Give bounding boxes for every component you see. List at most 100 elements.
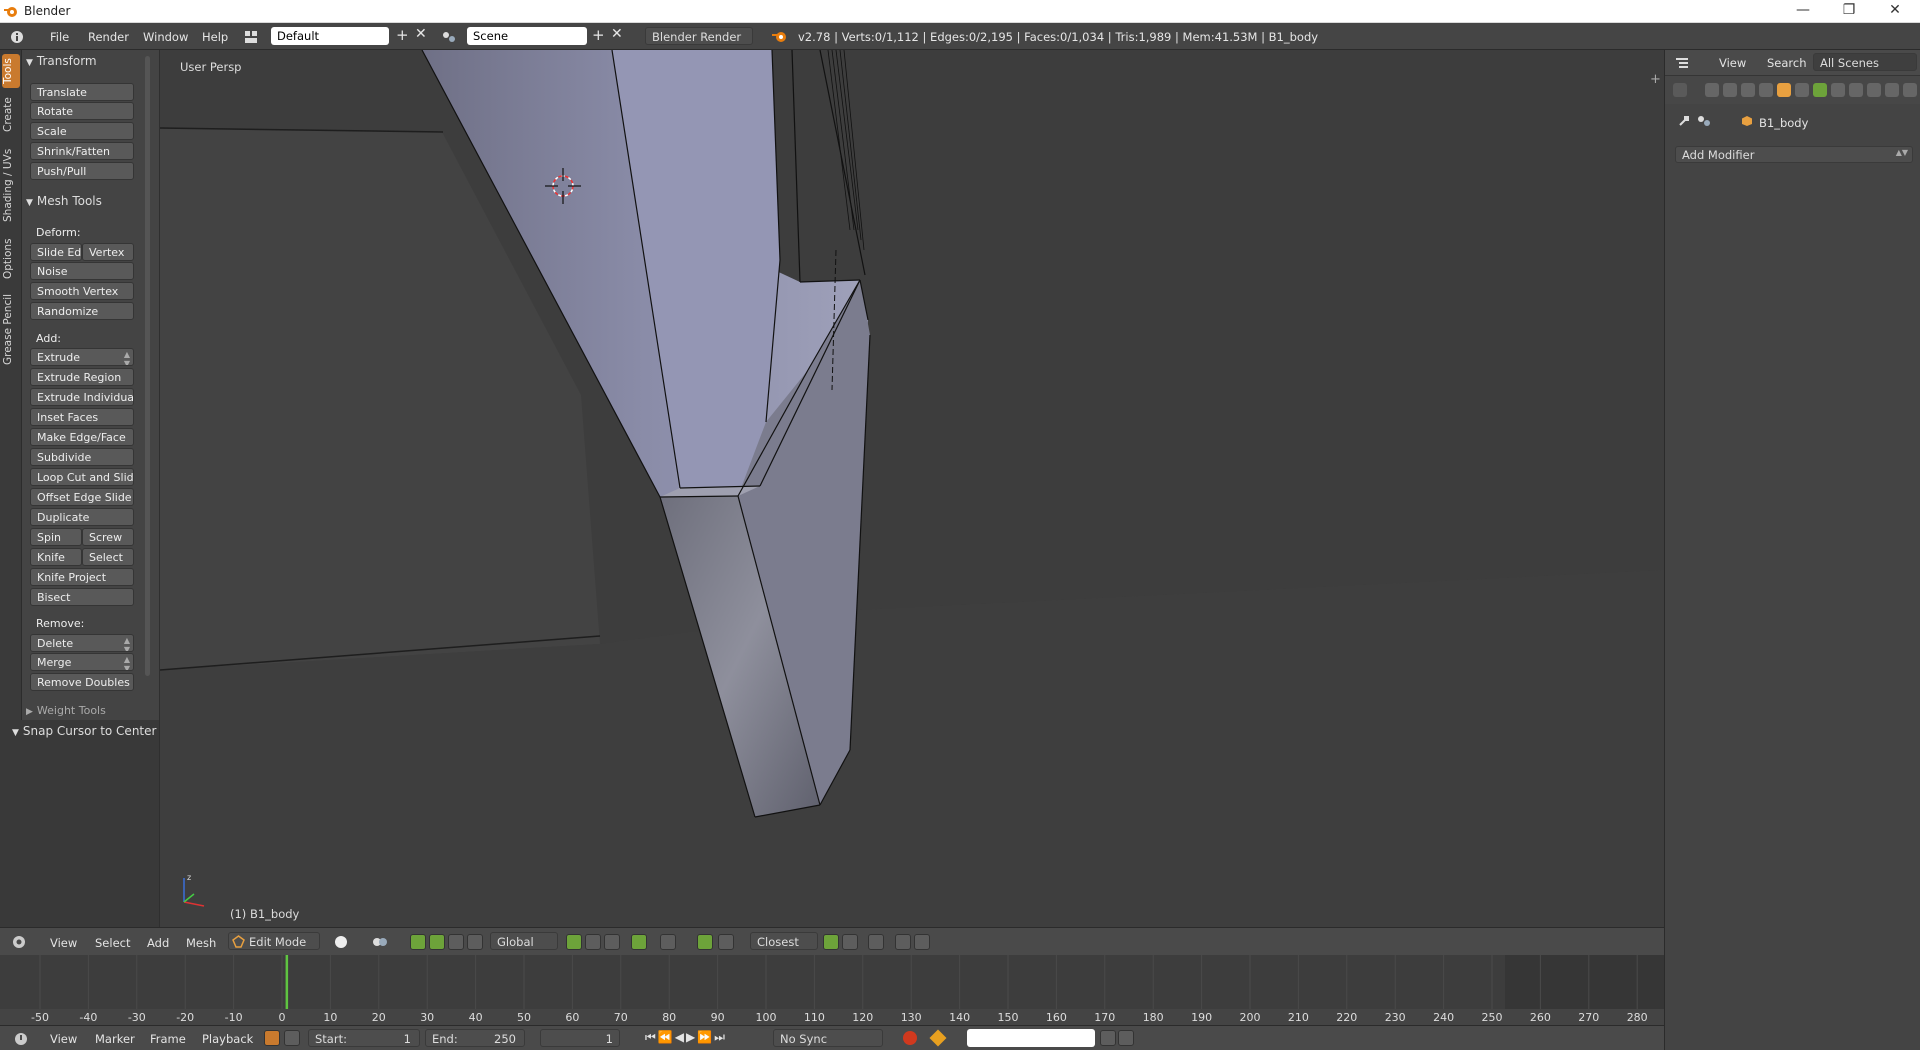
editor-type-icon[interactable]: [12, 935, 28, 949]
pin-icon[interactable]: [868, 934, 884, 950]
extrude-dropdown[interactable]: Extrude ▲ ▼: [30, 348, 134, 366]
constraints-tab-icon[interactable]: [1795, 83, 1809, 97]
scene-tab-icon[interactable]: [1741, 83, 1755, 97]
insert-keyframe-icon[interactable]: [1100, 1030, 1116, 1046]
render-layers-tab-icon[interactable]: [1723, 83, 1737, 97]
render-engine-dropdown[interactable]: Blender Render: [645, 27, 753, 45]
manipulator-toggle-icon[interactable]: [410, 934, 426, 950]
snap-project-icon[interactable]: [823, 934, 839, 950]
object-tab-icon[interactable]: [1777, 83, 1791, 97]
3d-viewport[interactable]: z + User Persp (1) B1_body: [159, 50, 1664, 927]
knife-project-button[interactable]: Knife Project: [30, 568, 134, 586]
slide-vertex-button[interactable]: Vertex: [82, 243, 134, 261]
timeline-ruler[interactable]: -50 -40 -30 -20 -10 0 10 20 30 40 50 60 70 80 90 100 110…: [0, 955, 1664, 1025]
modifiers-tab-icon[interactable]: [1813, 83, 1827, 97]
start-frame-field[interactable]: Start: 1: [308, 1029, 420, 1047]
transform-panel-header[interactable]: ▼ Transform: [26, 54, 97, 68]
extrude-individual-button[interactable]: Extrude Individual: [30, 388, 134, 406]
rotate-manipulator-icon[interactable]: [448, 934, 464, 950]
timeline-menu-view[interactable]: View: [50, 1032, 77, 1046]
tab-shading-uvs[interactable]: Shading / UVs: [2, 142, 20, 228]
add-scene-icon[interactable]: +: [592, 26, 605, 44]
menu-view[interactable]: View: [50, 936, 77, 950]
delete-scene-icon[interactable]: ✕: [611, 26, 623, 42]
snap-toggle-icon[interactable]: [697, 934, 713, 950]
opengl-render-icon[interactable]: [895, 934, 911, 950]
tab-create[interactable]: Create: [2, 94, 20, 136]
world-tab-icon[interactable]: [1759, 83, 1773, 97]
tool-shelf-scrollbar[interactable]: [145, 56, 150, 676]
timeline-menu-frame[interactable]: Frame: [150, 1032, 186, 1046]
keying-icon[interactable]: [264, 1030, 280, 1046]
scale-button[interactable]: Scale: [30, 122, 134, 140]
end-frame-field[interactable]: End: 250: [425, 1029, 525, 1047]
make-edge-face-button[interactable]: Make Edge/Face: [30, 428, 134, 446]
lock-icon[interactable]: [284, 1030, 300, 1046]
screen-layout-field[interactable]: Default: [271, 27, 389, 45]
menu-window[interactable]: Window: [143, 30, 188, 44]
timeline-menu-playback[interactable]: Playback: [202, 1032, 253, 1046]
snap-element-icon[interactable]: [718, 934, 734, 950]
restore-icon[interactable]: ❐: [1834, 2, 1864, 18]
particles-tab-icon[interactable]: [1885, 83, 1899, 97]
snap-target-dropdown[interactable]: Closest: [750, 932, 818, 950]
tab-grease-pencil[interactable]: Grease Pencil: [2, 290, 20, 368]
transform-orientation-dropdown[interactable]: Global: [490, 932, 558, 950]
scene-icon[interactable]: [442, 30, 456, 44]
editor-type-icon[interactable]: [14, 1032, 28, 1046]
subdivide-button[interactable]: Subdivide: [30, 448, 134, 466]
delete-screen-icon[interactable]: ✕: [415, 26, 427, 42]
menu-render[interactable]: Render: [88, 30, 129, 44]
weight-tools-panel-header[interactable]: ▶ Weight Tools: [26, 704, 106, 716]
menu-help[interactable]: Help: [202, 30, 228, 44]
physics-tab-icon[interactable]: [1903, 83, 1917, 97]
bisect-button[interactable]: Bisect: [30, 588, 134, 606]
close-icon[interactable]: ✕: [1880, 2, 1910, 18]
pivot-point-icon[interactable]: [372, 935, 388, 949]
delete-dropdown[interactable]: Delete ▲ ▼: [30, 634, 134, 652]
rotate-button[interactable]: Rotate: [30, 102, 134, 120]
smooth-vertex-button[interactable]: Smooth Vertex: [30, 282, 134, 300]
add-modifier-dropdown[interactable]: Add Modifier ▲▼: [1675, 146, 1913, 163]
data-tab-icon[interactable]: [1831, 83, 1845, 97]
add-screen-icon[interactable]: +: [396, 26, 409, 44]
offset-edge-slide-button[interactable]: Offset Edge Slide: [30, 488, 134, 506]
render-tab-icon[interactable]: [1705, 83, 1719, 97]
inset-faces-button[interactable]: Inset Faces: [30, 408, 134, 426]
mesh-canvas[interactable]: z +: [160, 50, 1664, 927]
scale-manipulator-icon[interactable]: [467, 934, 483, 950]
push-pull-button[interactable]: Push/Pull: [30, 162, 134, 180]
menu-select[interactable]: Select: [95, 936, 130, 950]
loop-cut-button[interactable]: Loop Cut and Slide: [30, 468, 134, 486]
extrude-region-button[interactable]: Extrude Region: [30, 368, 134, 386]
scope-dropdown[interactable]: All Scenes: [1813, 53, 1917, 71]
merge-dropdown[interactable]: Merge ▲ ▼: [30, 653, 134, 671]
menu-mesh[interactable]: Mesh: [186, 936, 216, 950]
edge-select-icon[interactable]: [585, 934, 601, 950]
knife-button[interactable]: Knife: [30, 548, 82, 566]
limit-selection-icon[interactable]: [631, 934, 647, 950]
remove-doubles-button[interactable]: Remove Doubles: [30, 673, 134, 691]
menu-file[interactable]: File: [50, 30, 69, 44]
slide-edge-button[interactable]: Slide Ed: [30, 243, 82, 261]
randomize-button[interactable]: Randomize: [30, 302, 134, 320]
properties-menu-view[interactable]: View: [1719, 56, 1746, 70]
properties-menu-search[interactable]: Search: [1767, 56, 1807, 70]
shrink-fatten-button[interactable]: Shrink/Fatten: [30, 142, 134, 160]
outliner-icon[interactable]: [1675, 56, 1691, 70]
sync-dropdown[interactable]: No Sync: [773, 1029, 883, 1047]
playback-controls-icon[interactable]: ⏮⏪◀▶⏩⏭: [645, 1030, 727, 1045]
tab-tools[interactable]: Tools: [2, 54, 20, 88]
opengl-anim-icon[interactable]: [914, 934, 930, 950]
screw-button[interactable]: Screw: [82, 528, 134, 546]
record-icon[interactable]: [903, 1031, 917, 1045]
current-frame-field[interactable]: 1: [540, 1029, 620, 1047]
viewport-corner-plus-icon[interactable]: +: [1650, 72, 1661, 87]
viewport-shading-icon[interactable]: [334, 935, 348, 949]
minimize-icon[interactable]: —: [1788, 2, 1818, 18]
tab-options[interactable]: Options: [2, 234, 20, 284]
snap-align-icon[interactable]: [842, 934, 858, 950]
snap-cursor-panel-header[interactable]: ▼ Snap Cursor to Center: [12, 724, 156, 738]
timeline[interactable]: -50 -40 -30 -20 -10 0 10 20 30 40 50 60 70 80 90 100 110…: [0, 955, 1664, 1025]
screen-layout-icon[interactable]: [244, 30, 258, 44]
